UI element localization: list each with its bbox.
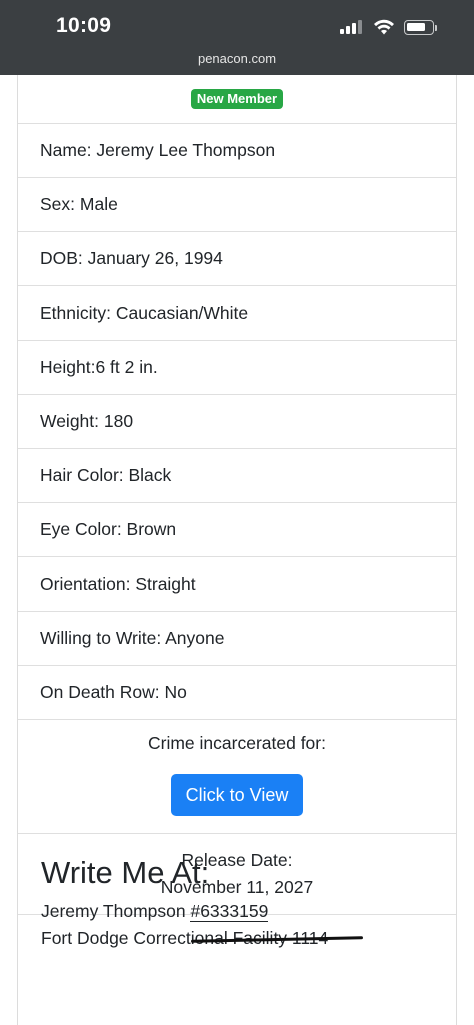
field-orientation: Orientation: Straight — [18, 557, 456, 612]
inmate-number-link[interactable]: #6333159 — [190, 901, 269, 922]
address-bar-url[interactable]: penacon.com — [0, 51, 474, 66]
wifi-icon — [374, 19, 394, 35]
mailing-name-line: Jeremy Thompson #6333159 — [41, 901, 269, 922]
field-name: Name: Jeremy Lee Thompson — [18, 124, 456, 178]
inmate-name: Jeremy Thompson — [41, 901, 191, 921]
field-hair-color: Hair Color: Black — [18, 449, 456, 503]
status-bar: 10:09 penacon.com — [0, 0, 474, 75]
click-to-view-button[interactable]: Click to View — [171, 774, 303, 816]
field-eye-color: Eye Color: Brown — [18, 503, 456, 557]
field-height: Height:6 ft 2 in. — [18, 341, 456, 395]
field-weight: Weight: 180 — [18, 395, 456, 449]
field-sex: Sex: Male — [18, 178, 456, 232]
battery-icon — [404, 20, 434, 35]
cellular-signal-icon — [340, 20, 366, 34]
field-willing-to-write: Willing to Write: Anyone — [18, 612, 456, 666]
crime-section: Crime incarcerated for: Click to View — [18, 720, 456, 834]
new-member-badge: New Member — [190, 88, 284, 110]
profile-card: New Member Name: Jeremy Lee Thompson Sex… — [17, 75, 457, 1025]
crime-label: Crime incarcerated for: — [148, 733, 326, 753]
facility-line: Fort Dodge Correctional Facility 1114 — [41, 928, 364, 949]
field-death-row: On Death Row: No — [18, 666, 456, 720]
write-me-title: Write Me At: — [41, 855, 210, 890]
field-dob: DOB: January 26, 1994 — [18, 232, 456, 286]
status-icons — [340, 18, 440, 38]
clock: 10:09 — [56, 14, 112, 37]
field-ethnicity: Ethnicity: Caucasian/White — [18, 286, 456, 341]
badge-row: New Member — [18, 75, 456, 124]
